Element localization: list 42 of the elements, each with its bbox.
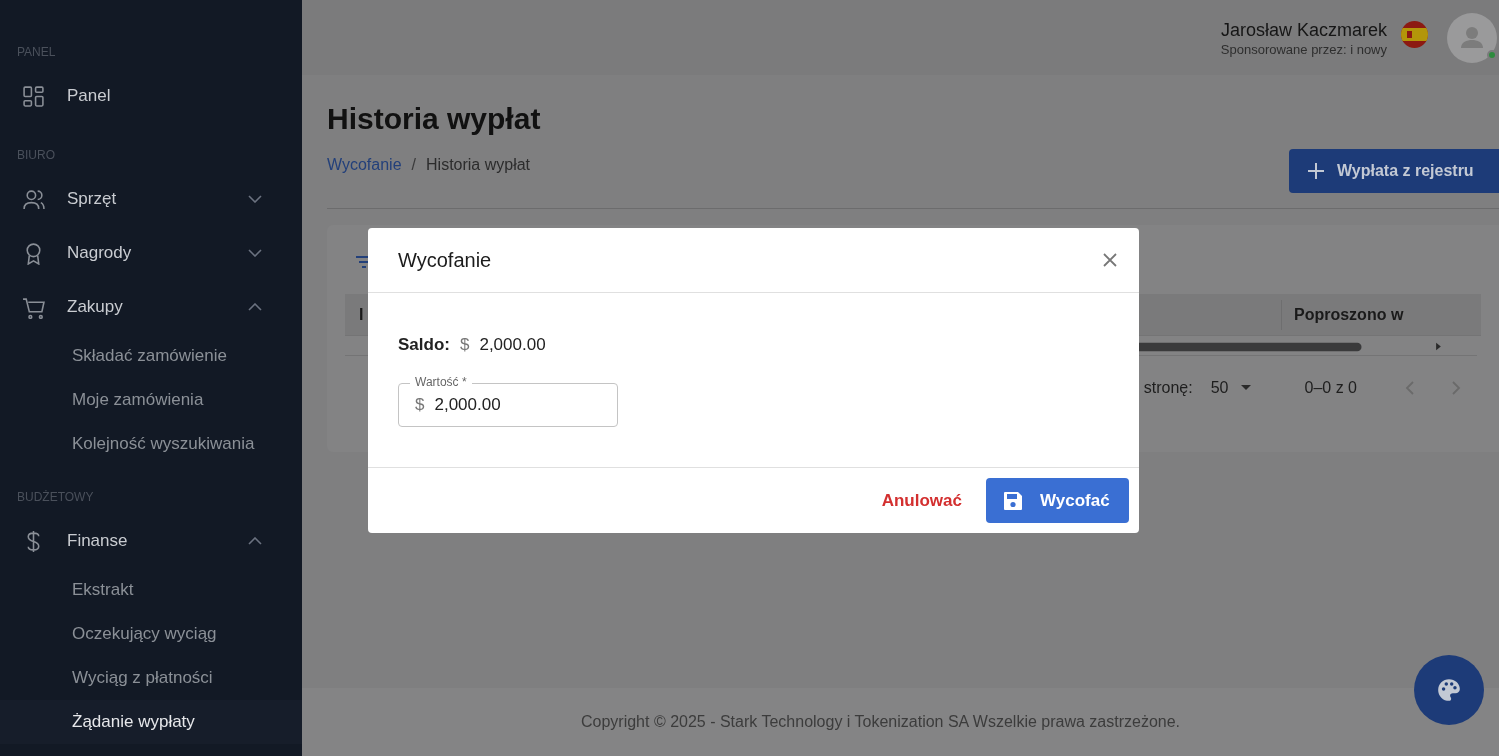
column-header: Poproszono w (1294, 304, 1404, 325)
nav-subitem[interactable]: Kolejność wyszukiwania (0, 422, 302, 466)
nav-item[interactable]: Zakupy (0, 280, 302, 334)
rows-per-page-label: stronę: (1143, 378, 1193, 398)
dashboard-grid-icon (22, 84, 45, 108)
nav-subitem[interactable]: Żądanie wypłaty (0, 700, 302, 744)
nav-item[interactable]: Finanse (0, 514, 302, 568)
withdraw-button[interactable]: Wycofać (986, 478, 1129, 523)
nav-item[interactable]: Panel (0, 69, 302, 123)
breadcrumb-current: Historia wypłat (426, 155, 531, 175)
users-icon (22, 187, 45, 211)
nav-subitem[interactable]: Wyciąg z płatności (0, 656, 302, 700)
section-label: PANEL (17, 44, 56, 61)
plus-icon (1307, 162, 1325, 180)
page-title: Historia wypłat (327, 101, 541, 137)
caret-down-icon (1240, 385, 1251, 391)
dialog-title: Wycofanie (398, 248, 492, 273)
sponsor-text: Sponsorowane przez: i nowy (1220, 41, 1387, 58)
cancel-button[interactable]: Anulować (877, 487, 966, 514)
column-header: I (358, 304, 364, 325)
nav-subitem[interactable]: Moje zamówienia (0, 378, 302, 422)
nav-subitem[interactable]: Składać zamówienie (0, 334, 302, 378)
user-name: Jarosław Kaczmarek (1220, 18, 1387, 42)
register-withdrawal-button[interactable]: Wypłata z rejestru (1289, 149, 1499, 193)
balance-label: Saldo: (398, 334, 450, 357)
nav-subitem[interactable]: Oczekujący wyciąg (0, 612, 302, 656)
balance-value: 2,000.00 (479, 334, 546, 357)
nav-subitem[interactable]: Ekstrakt (0, 568, 302, 612)
copyright-text: Copyright © 2025 - Stark Technology i Tokenization SA Wszelkie prawa zastrzeżone. (580, 712, 1182, 732)
save-icon (1003, 490, 1023, 511)
nav-item[interactable]: Sprzęt (0, 172, 302, 226)
close-icon[interactable] (1103, 253, 1117, 267)
section-label: BUDŻETOWY (17, 489, 94, 506)
shopping-cart-icon (22, 295, 45, 319)
page-range-text: 0–0 z 0 (1304, 378, 1357, 398)
breadcrumb-separator: / (411, 155, 416, 175)
palette-icon (1436, 677, 1462, 703)
spain-flag-icon[interactable] (1401, 21, 1428, 48)
rows-per-page-select[interactable]: 50 (1210, 376, 1251, 400)
section-label: BIURO (17, 147, 55, 164)
currency-symbol: $ (459, 334, 470, 357)
nav-item[interactable]: Nagrody (0, 226, 302, 280)
